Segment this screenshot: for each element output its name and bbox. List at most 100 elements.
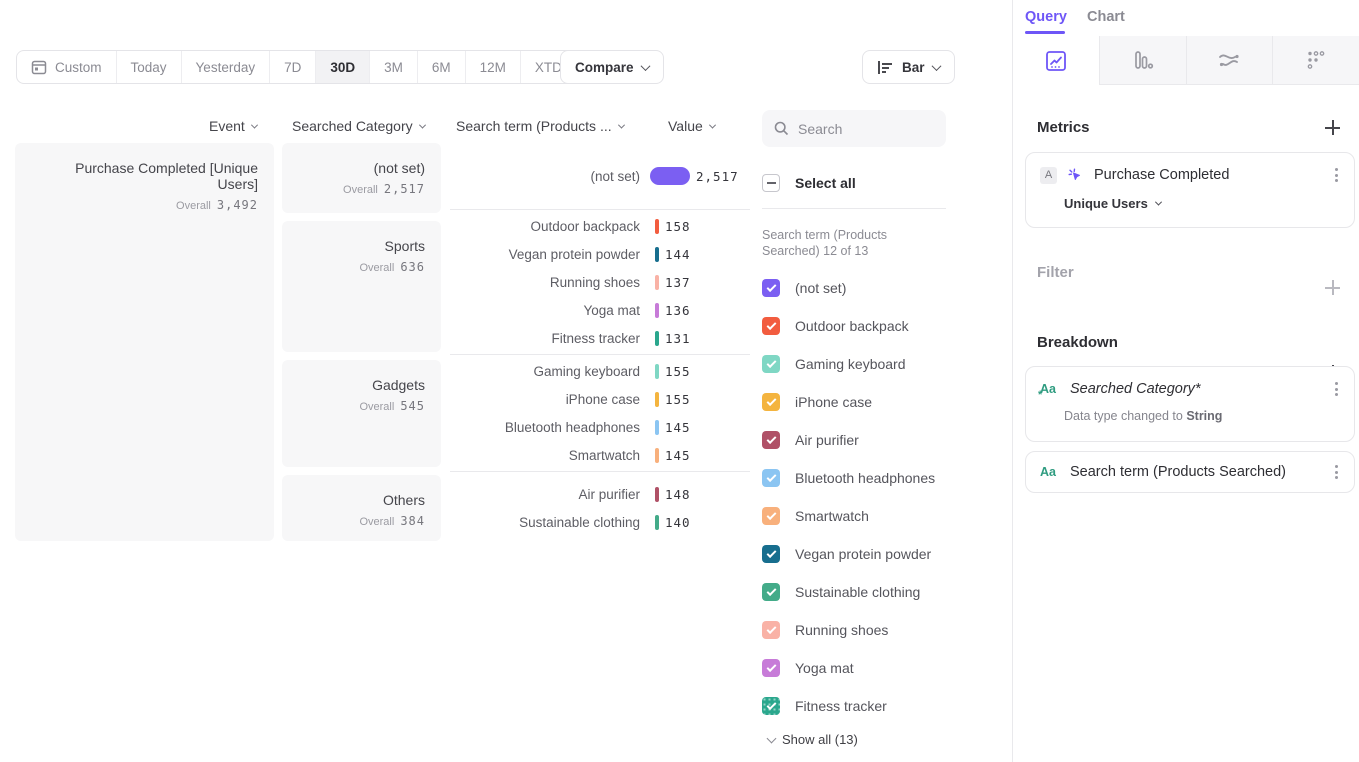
chevron-down-icon [1155, 199, 1162, 206]
chart-row: iPhone case155 [450, 385, 750, 413]
select-all-row[interactable]: Select all [762, 174, 856, 192]
chart-section-sports: Outdoor backpack158 Vegan protein powder… [450, 210, 750, 354]
search-input[interactable] [798, 121, 928, 137]
filter-list-label: Search term (Products Searched) 12 of 13 [762, 227, 937, 259]
chart-row: Smartwatch145 [450, 441, 750, 469]
chevron-down-icon [767, 733, 777, 743]
aa-text-icon: Aa* [1040, 382, 1060, 396]
tab-query[interactable]: Query [1025, 9, 1067, 25]
checkbox[interactable] [762, 697, 780, 715]
panel-divider [1012, 0, 1013, 762]
filter-item[interactable]: (not set) [762, 269, 1008, 307]
check-icon [766, 662, 776, 672]
tab-flows[interactable] [1186, 36, 1273, 85]
checkbox[interactable] [762, 355, 780, 373]
chart-row: Outdoor backpack158 [450, 212, 750, 240]
filter-item[interactable]: iPhone case [762, 383, 1008, 421]
value-bar [655, 364, 659, 379]
checkbox[interactable] [762, 507, 780, 525]
filter-item[interactable]: Sustainable clothing [762, 573, 1008, 611]
filter-item[interactable]: Air purifier [762, 421, 1008, 459]
date-range-yesterday[interactable]: Yesterday [182, 51, 271, 83]
date-range-12m[interactable]: 12M [466, 51, 521, 83]
filter-item[interactable]: Gaming keyboard [762, 345, 1008, 383]
chart-type-button[interactable]: Bar [862, 50, 955, 84]
aggregation-dropdown[interactable]: Unique Users [1064, 196, 1354, 211]
tab-insights[interactable] [1013, 36, 1099, 85]
checkbox[interactable] [762, 431, 780, 449]
checkbox[interactable] [762, 621, 780, 639]
check-icon [766, 700, 776, 710]
check-icon [766, 434, 776, 444]
value-bar [655, 219, 659, 234]
search-term-chart: (not set) 2,517 Outdoor backpack158 Vega… [450, 143, 750, 544]
search-icon [774, 121, 789, 136]
chart-row: Yoga mat136 [450, 296, 750, 324]
checkbox[interactable] [762, 583, 780, 601]
bar-columns-tab-icon [1131, 48, 1155, 72]
chevron-down-icon [419, 121, 426, 128]
breakdown-property-name: Search term (Products Searched) [1070, 464, 1323, 480]
filter-item[interactable]: Running shoes [762, 611, 1008, 649]
checkbox[interactable] [762, 393, 780, 411]
event-card-overall: Overall3,492 [31, 198, 258, 212]
kebab-icon[interactable] [1333, 166, 1340, 184]
chart-section-others: Air purifier148 Sustainable clothing140 [450, 472, 750, 544]
add-filter-button[interactable] [1325, 280, 1340, 295]
checkbox[interactable] [762, 317, 780, 335]
filter-item[interactable]: Vegan protein powder [762, 535, 1008, 573]
date-range-3m[interactable]: 3M [370, 51, 418, 83]
column-header-search-term[interactable]: Search term (Products ... [456, 118, 624, 134]
tab-retention[interactable] [1272, 36, 1359, 85]
chart-section-gadgets: Gaming keyboard155 iPhone case155 Blueto… [450, 355, 750, 471]
chevron-down-icon [640, 61, 650, 71]
filter-header: Filter [1037, 264, 1074, 281]
date-range-custom[interactable]: Custom [17, 51, 117, 83]
report-type-tabs [1013, 36, 1359, 85]
filter-item[interactable]: Yoga mat [762, 649, 1008, 687]
category-card: Others Overall384 [282, 475, 441, 541]
checkbox[interactable] [762, 545, 780, 563]
metric-card[interactable]: A Purchase Completed Unique Users [1025, 152, 1355, 228]
column-header-event[interactable]: Event [209, 118, 257, 134]
date-range-30d[interactable]: 30D [316, 51, 370, 83]
filter-item[interactable]: Smartwatch [762, 497, 1008, 535]
breakdown-note: Data type changed to String [1064, 409, 1354, 423]
value-bar [655, 303, 659, 318]
add-metric-button[interactable] [1325, 120, 1340, 135]
checkbox[interactable] [762, 659, 780, 677]
chart-row: Fitness tracker131 [450, 324, 750, 352]
date-range-6m[interactable]: 6M [418, 51, 466, 83]
checkbox[interactable] [762, 469, 780, 487]
show-all-link[interactable]: Show all (13) [768, 732, 858, 747]
date-range-7d[interactable]: 7D [270, 51, 316, 83]
checkbox[interactable] [762, 279, 780, 297]
check-icon [766, 586, 776, 596]
click-event-icon [1067, 167, 1084, 184]
column-header-value[interactable]: Value [668, 118, 715, 134]
tab-chart[interactable]: Chart [1087, 9, 1125, 25]
event-card-title: Purchase Completed [Unique Users] [31, 160, 258, 192]
check-icon [766, 624, 776, 634]
kebab-icon[interactable] [1333, 380, 1340, 398]
range-label: Custom [55, 60, 102, 75]
value-bar [655, 420, 659, 435]
tab-funnels[interactable] [1099, 36, 1186, 85]
value-bar [650, 167, 690, 185]
compare-button[interactable]: Compare [560, 50, 664, 84]
breakdown-property-name: Searched Category* [1070, 381, 1323, 397]
filter-search-box [762, 110, 946, 147]
value-bar [655, 392, 659, 407]
breakdown-card-search-term[interactable]: Aa Search term (Products Searched) [1025, 451, 1355, 493]
filter-item[interactable]: Fitness tracker [762, 687, 1008, 725]
breakdown-card-searched-category[interactable]: Aa* Searched Category* Data type changed… [1025, 366, 1355, 442]
filter-item[interactable]: Bluetooth headphones [762, 459, 1008, 497]
horizontal-bar-chart-icon [877, 60, 894, 75]
filter-item[interactable]: Outdoor backpack [762, 307, 1008, 345]
date-range-today[interactable]: Today [117, 51, 182, 83]
series-badge: A [1040, 167, 1057, 184]
select-all-checkbox[interactable] [762, 174, 780, 192]
chevron-down-icon [251, 121, 258, 128]
column-header-searched-category[interactable]: Searched Category [292, 118, 425, 134]
kebab-icon[interactable] [1333, 463, 1340, 481]
